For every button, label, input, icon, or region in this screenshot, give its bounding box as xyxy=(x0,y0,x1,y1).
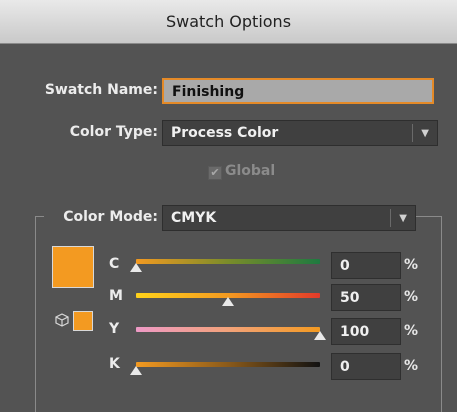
yellow-percent-label: % xyxy=(404,323,419,339)
dialog-title: Swatch Options xyxy=(165,12,292,31)
web-safe-swatch[interactable] xyxy=(73,311,93,331)
cyan-value-input[interactable]: 0 xyxy=(331,252,401,279)
yellow-value-input[interactable]: 100 xyxy=(331,318,401,345)
magenta-label: M xyxy=(109,288,123,304)
color-preview-swatch xyxy=(52,246,94,288)
color-type-select[interactable]: Process Color ▼ xyxy=(162,120,438,146)
cyan-slider-track[interactable] xyxy=(136,259,320,264)
cyan-slider-thumb[interactable] xyxy=(130,263,142,272)
chevron-down-icon: ▼ xyxy=(421,128,429,139)
chevron-down-icon: ▼ xyxy=(399,213,407,224)
color-mode-select[interactable]: CMYK ▼ xyxy=(162,205,416,231)
swatch-name-label: Swatch Name: xyxy=(44,82,158,98)
magenta-slider-thumb[interactable] xyxy=(222,297,234,306)
swatch-name-input[interactable]: Finishing xyxy=(162,78,434,104)
black-value-input[interactable]: 0 xyxy=(331,353,401,380)
yellow-slider-track[interactable] xyxy=(136,327,320,332)
black-slider-track[interactable] xyxy=(136,362,320,367)
cube-icon[interactable] xyxy=(55,313,69,327)
color-type-label: Color Type: xyxy=(69,124,158,140)
black-label: K xyxy=(109,356,120,372)
dialog-title-bar: Swatch Options xyxy=(0,0,457,44)
color-mode-group xyxy=(35,216,442,412)
global-checkbox[interactable]: ✔ xyxy=(208,166,222,180)
select-divider xyxy=(390,209,391,227)
color-mode-value: CMYK xyxy=(171,210,217,226)
global-label: Global xyxy=(225,163,276,179)
color-type-value: Process Color xyxy=(171,125,279,141)
magenta-percent-label: % xyxy=(404,289,419,305)
yellow-slider-thumb[interactable] xyxy=(314,331,326,340)
yellow-label: Y xyxy=(109,321,120,337)
cyan-label: C xyxy=(109,256,120,272)
black-slider-thumb[interactable] xyxy=(130,366,142,375)
black-percent-label: % xyxy=(404,358,419,374)
cyan-percent-label: % xyxy=(404,257,419,273)
magenta-value-input[interactable]: 50 xyxy=(331,284,401,311)
global-checkbox-row[interactable]: ✔ Global xyxy=(208,163,275,180)
color-mode-label: Color Mode: xyxy=(63,209,158,225)
select-divider xyxy=(412,124,413,142)
